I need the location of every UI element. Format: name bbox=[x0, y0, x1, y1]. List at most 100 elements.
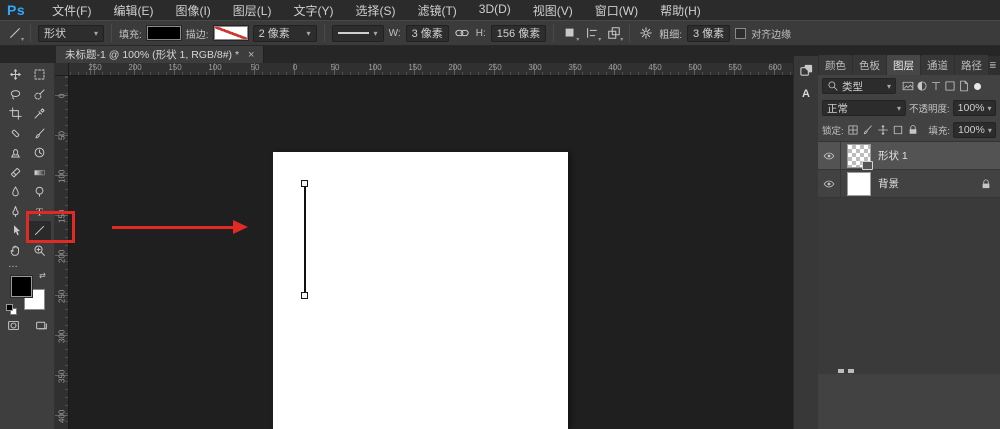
dodge-tool[interactable] bbox=[27, 182, 51, 202]
panel-menu-icon[interactable]: ≣ bbox=[989, 60, 997, 75]
eraser-tool[interactable] bbox=[3, 163, 27, 183]
tab-close-icon[interactable]: × bbox=[248, 49, 254, 61]
swap-colors-icon[interactable]: ⇄ bbox=[39, 271, 46, 280]
path-arrangement-icon[interactable]: ▾ bbox=[605, 25, 622, 42]
toolbar-ellipsis-icon[interactable]: … bbox=[8, 259, 19, 270]
menu-item[interactable]: 编辑(E) bbox=[102, 2, 164, 19]
zoom-tool[interactable] bbox=[27, 241, 51, 261]
menu-item[interactable]: 文件(F) bbox=[41, 2, 102, 19]
menu-item[interactable]: 视图(V) bbox=[522, 2, 584, 19]
ruler-label: 400 bbox=[55, 396, 69, 429]
lock-transparency-icon[interactable] bbox=[847, 124, 859, 136]
path-select-tool[interactable] bbox=[3, 221, 27, 241]
vertical-ruler[interactable]: 050100150200250300350400 bbox=[55, 76, 69, 429]
tab-channels[interactable]: 通道 bbox=[921, 55, 954, 75]
lock-position-icon[interactable] bbox=[877, 124, 889, 136]
menu-item[interactable]: 文字(Y) bbox=[282, 2, 344, 19]
move-tool[interactable] bbox=[3, 65, 27, 85]
filter-type-dropdown[interactable]: 类型 ▾ bbox=[822, 78, 896, 94]
link-dimensions-icon[interactable] bbox=[454, 25, 471, 42]
lasso-tool[interactable] bbox=[3, 85, 27, 105]
gradient-tool[interactable] bbox=[27, 163, 51, 183]
blend-mode-dropdown[interactable]: 正常▾ bbox=[822, 100, 906, 116]
filter-toggle-icon[interactable] bbox=[974, 83, 981, 90]
shape-settings-gear-icon[interactable] bbox=[637, 25, 654, 42]
line-anchor-bottom[interactable] bbox=[301, 292, 308, 299]
stroke-type-dropdown[interactable]: ▾ bbox=[332, 25, 384, 42]
blur-tool[interactable] bbox=[3, 182, 27, 202]
layer-thumbnail[interactable] bbox=[847, 172, 871, 196]
tab-paths[interactable]: 路径 bbox=[955, 55, 988, 75]
lock-artboard-icon[interactable] bbox=[892, 124, 904, 136]
align-edges-checkbox[interactable] bbox=[735, 28, 746, 39]
ruler-label: 350 bbox=[55, 356, 69, 396]
layers-footer-partial bbox=[818, 369, 1000, 374]
separator bbox=[553, 24, 554, 42]
height-input[interactable]: 156 像素 bbox=[491, 25, 546, 42]
tab-color[interactable]: 颜色 bbox=[819, 55, 852, 75]
tab-swatches[interactable]: 色板 bbox=[853, 55, 886, 75]
filter-type-layers-icon[interactable] bbox=[930, 80, 942, 92]
clone-stamp-tool[interactable] bbox=[3, 143, 27, 163]
document-tab[interactable]: 未标题-1 @ 100% (形状 1, RGB/8#) * × bbox=[56, 46, 264, 63]
width-input[interactable]: 3 像素 bbox=[406, 25, 449, 42]
hand-tool[interactable] bbox=[3, 241, 27, 261]
menu-item[interactable]: 3D(D) bbox=[468, 2, 522, 19]
line-shape[interactable] bbox=[304, 186, 306, 294]
opacity-dropdown[interactable]: 100%▾ bbox=[953, 100, 996, 116]
default-colors-icon[interactable] bbox=[6, 304, 17, 315]
filter-adjustment-layers-icon[interactable] bbox=[916, 80, 928, 92]
menu-item[interactable]: 图像(I) bbox=[164, 2, 221, 19]
quick-select-tool[interactable] bbox=[27, 85, 51, 105]
blend-mode-row: 正常▾ 不透明度: 100%▾ bbox=[818, 97, 1000, 119]
filter-smart-objects-icon[interactable] bbox=[958, 80, 970, 92]
history-brush-tool[interactable] bbox=[27, 143, 51, 163]
ruler-label: 250 bbox=[55, 276, 69, 316]
path-operations-icon[interactable]: ▾ bbox=[561, 25, 578, 42]
character-panel-icon[interactable]: A bbox=[802, 88, 810, 100]
foreground-color-swatch[interactable] bbox=[11, 276, 32, 297]
weight-input[interactable]: 3 像素 bbox=[687, 25, 730, 42]
layer-name[interactable]: 形状 1 bbox=[878, 148, 908, 163]
lock-all-icon[interactable] bbox=[907, 124, 919, 136]
line-anchor-top[interactable] bbox=[301, 180, 308, 187]
crop-tool[interactable] bbox=[3, 104, 27, 124]
layer-row-shape1[interactable]: 形状 1 bbox=[818, 142, 1000, 170]
layer-name[interactable]: 背景 bbox=[878, 176, 899, 191]
horizontal-ruler[interactable]: 2502001501005005010015020025030035040045… bbox=[69, 63, 793, 76]
tab-layers[interactable]: 图层 bbox=[887, 55, 920, 75]
background-lock-icon bbox=[980, 178, 992, 190]
stroke-width-dropdown[interactable]: 2 像素▾ bbox=[253, 25, 317, 42]
layer-row-background[interactable]: 背景 bbox=[818, 170, 1000, 198]
tool-mode-dropdown[interactable]: 形状▾ bbox=[38, 25, 104, 42]
current-tool-icon[interactable]: ▾ bbox=[6, 25, 23, 42]
marquee-tool[interactable] bbox=[27, 65, 51, 85]
ruler-label: 200 bbox=[115, 63, 155, 73]
document-canvas[interactable] bbox=[273, 152, 568, 429]
ruler-origin-corner[interactable] bbox=[55, 63, 69, 76]
menu-item[interactable]: 选择(S) bbox=[344, 2, 406, 19]
fill-swatch[interactable] bbox=[147, 26, 181, 40]
properties-panel-icon[interactable] bbox=[799, 63, 814, 78]
canvas-pasteboard[interactable] bbox=[69, 76, 793, 429]
screen-mode-icon[interactable] bbox=[35, 319, 48, 332]
visibility-toggle[interactable] bbox=[818, 142, 841, 169]
stroke-swatch[interactable] bbox=[214, 26, 248, 40]
menu-item[interactable]: 窗口(W) bbox=[584, 2, 649, 19]
separator bbox=[111, 24, 112, 42]
filter-pixel-layers-icon[interactable] bbox=[902, 80, 914, 92]
path-alignment-icon[interactable]: ▾ bbox=[583, 25, 600, 42]
quick-mask-icon[interactable] bbox=[7, 319, 20, 332]
pen-tool[interactable] bbox=[3, 202, 27, 222]
menu-item[interactable]: 图层(L) bbox=[222, 2, 283, 19]
menu-item[interactable]: 滤镜(T) bbox=[406, 2, 467, 19]
healing-tool[interactable] bbox=[3, 124, 27, 144]
fill-dropdown[interactable]: 100%▾ bbox=[953, 122, 996, 138]
filter-shape-layers-icon[interactable] bbox=[944, 80, 956, 92]
visibility-toggle[interactable] bbox=[818, 170, 841, 197]
layer-thumbnail[interactable] bbox=[847, 144, 871, 168]
brush-tool[interactable] bbox=[27, 124, 51, 144]
eyedropper-tool[interactable] bbox=[27, 104, 51, 124]
lock-pixels-icon[interactable] bbox=[862, 124, 874, 136]
menu-item[interactable]: 帮助(H) bbox=[649, 2, 712, 19]
